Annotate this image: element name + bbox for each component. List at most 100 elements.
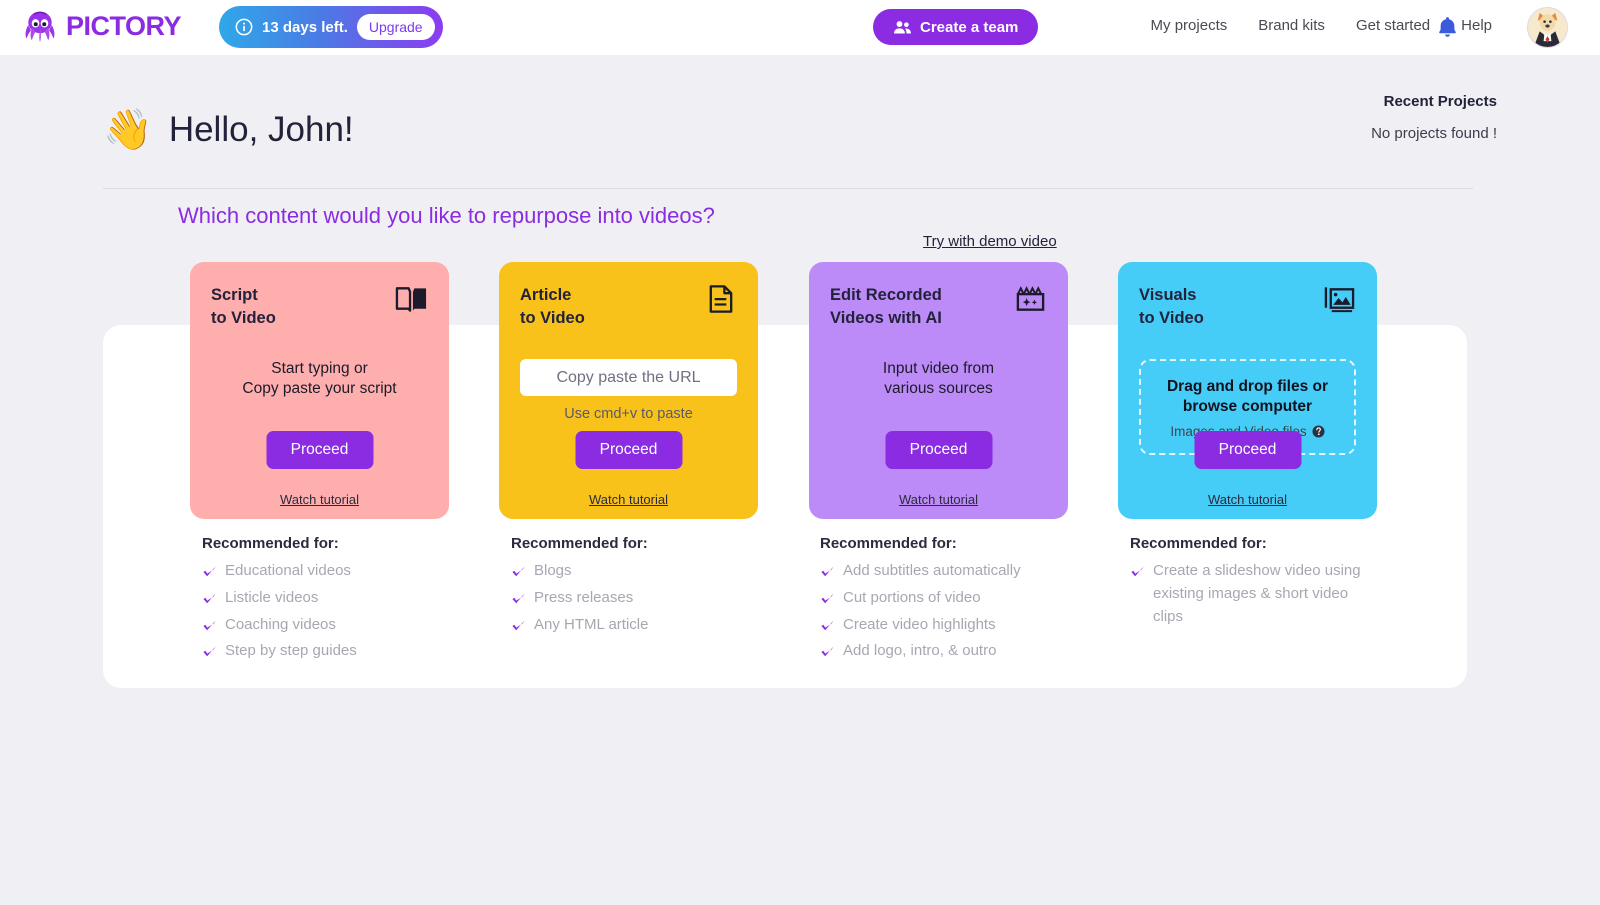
check-icon <box>203 619 216 630</box>
check-icon <box>512 566 525 577</box>
top-navigation-bar: PICTORY 13 days left. Upgrade Create a t… <box>0 0 1600 55</box>
recommended-list-edit-videos: Recommended for: Add subtitles automatic… <box>820 535 1082 667</box>
list-item: Coaching videos <box>202 614 464 637</box>
list-item-label: Create video highlights <box>843 615 996 633</box>
list-item-label: Create a slideshow video using existing … <box>1153 562 1361 625</box>
logo-text: PICTORY <box>66 10 182 41</box>
list-item-label: Step by step guides <box>225 642 357 660</box>
card-title-line2: to Video <box>520 308 585 327</box>
nav-link-brand-kits[interactable]: Brand kits <box>1258 17 1325 34</box>
clapperboard-ai-icon <box>1014 284 1047 314</box>
card-title-line1: Script <box>211 286 258 304</box>
list-item-label: Any HTML article <box>534 615 649 633</box>
nav-link-get-started[interactable]: Get started <box>1356 17 1430 34</box>
card-header: Script to Video <box>211 284 428 330</box>
recommended-list-visuals: Recommended for: Create a slideshow vide… <box>1130 535 1382 632</box>
recommended-title: Recommended for: <box>511 535 648 552</box>
image-folder-icon <box>1323 284 1356 314</box>
list-item-label: Listicle videos <box>225 588 319 606</box>
check-icon <box>1131 566 1144 577</box>
check-icon <box>203 593 216 603</box>
card-body-line1: Start typing or <box>271 360 368 377</box>
recommended-list-article: Recommended for: Blogs Press releases An… <box>511 535 773 640</box>
recent-projects-empty-text: No projects found ! <box>1371 125 1497 142</box>
card-title-line2: to Video <box>211 308 276 327</box>
nav-link-help[interactable]: Help <box>1461 17 1492 34</box>
card-title-line1: Edit Recorded <box>830 286 942 304</box>
check-icon <box>821 646 834 657</box>
list-item: Educational videos <box>202 560 464 583</box>
list-item-label: Press releases <box>534 588 634 606</box>
proceed-button[interactable]: Proceed <box>1194 431 1301 469</box>
proceed-button[interactable]: Proceed <box>575 431 682 469</box>
watch-tutorial-link[interactable]: Watch tutorial <box>589 492 668 507</box>
card-edit-recorded-videos[interactable]: Edit Recorded Videos with AI Input video… <box>809 262 1068 519</box>
dropzone-line1: Drag and drop files or <box>1166 378 1329 395</box>
card-title-line1: Visuals <box>1139 286 1197 304</box>
recent-projects-title: Recent Projects <box>1383 93 1497 110</box>
check-icon <box>203 566 216 577</box>
list-item-label: Coaching videos <box>225 615 336 633</box>
paste-hint: Use cmd+v to paste <box>564 406 693 422</box>
card-title-line2: Videos with AI <box>830 308 942 327</box>
watch-tutorial-link[interactable]: Watch tutorial <box>280 492 359 507</box>
section-question: Which content would you like to repurpos… <box>178 203 715 228</box>
card-body-line2: various sources <box>884 380 993 398</box>
create-a-team-button[interactable]: Create a team <box>873 9 1039 45</box>
header-divider <box>103 188 1473 189</box>
list-item-label: Add logo, intro, & outro <box>843 642 997 660</box>
list-item: Add subtitles automatically <box>820 560 1082 583</box>
greeting-block: 👋 Hello, John! <box>103 110 354 150</box>
list-item: Blogs <box>511 560 773 583</box>
waving-hand-icon: 👋 <box>103 108 153 152</box>
card-article-to-video[interactable]: Article to Video Use cmd+v to paste Proc… <box>499 262 758 519</box>
dropzone-line2: browse computer <box>1182 397 1313 415</box>
proceed-button[interactable]: Proceed <box>266 431 373 469</box>
question-mark-icon[interactable] <box>1312 425 1325 438</box>
notification-bell-icon[interactable] <box>1437 15 1458 38</box>
page-title: Hello, John! <box>168 110 354 149</box>
check-icon <box>821 593 834 603</box>
list-item: Any HTML article <box>511 614 773 637</box>
card-body-line2: Copy paste your script <box>242 380 397 398</box>
article-url-input[interactable] <box>520 359 737 396</box>
list-item-label: Blogs <box>534 562 572 579</box>
trial-days-left-text: 13 days left. <box>262 18 348 36</box>
card-header: Article to Video <box>520 284 737 330</box>
card-body: Start typing or Copy paste your script <box>211 359 428 400</box>
card-title: Visuals to Video <box>1139 284 1204 330</box>
try-demo-video-link[interactable]: Try with demo video <box>923 233 1057 250</box>
watch-tutorial-link[interactable]: Watch tutorial <box>899 492 978 507</box>
card-visuals-to-video[interactable]: Visuals to Video Drag and drop files or … <box>1118 262 1377 519</box>
info-icon <box>235 18 253 36</box>
list-item: Listicle videos <box>202 587 464 610</box>
list-item: Create a slideshow video using existing … <box>1130 560 1382 628</box>
nav-link-my-projects[interactable]: My projects <box>1151 17 1228 34</box>
list-item: Add logo, intro, & outro <box>820 640 1082 663</box>
check-icon <box>821 566 834 577</box>
recommended-list-script: Recommended for: Educational videos List… <box>202 535 464 667</box>
create-team-label: Create a team <box>920 18 1019 36</box>
avatar[interactable] <box>1527 7 1568 48</box>
octopus-icon <box>22 8 58 44</box>
check-icon <box>512 619 525 630</box>
proceed-button[interactable]: Proceed <box>885 431 992 469</box>
list-item-label: Add subtitles automatically <box>843 562 1021 579</box>
card-title: Edit Recorded Videos with AI <box>830 284 942 330</box>
list-item-label: Cut portions of video <box>843 588 981 606</box>
list-item-label: Educational videos <box>225 562 351 579</box>
recommended-title: Recommended for: <box>1130 535 1267 552</box>
pictory-logo[interactable]: PICTORY <box>22 8 182 44</box>
card-body: Use cmd+v to paste <box>520 359 737 422</box>
card-header: Visuals to Video <box>1139 284 1356 330</box>
watch-tutorial-link[interactable]: Watch tutorial <box>1208 492 1287 507</box>
upgrade-button[interactable]: Upgrade <box>356 14 435 40</box>
card-title-line1: Article <box>520 286 572 304</box>
card-body: Input video from various sources <box>830 359 1047 400</box>
recommended-title: Recommended for: <box>202 535 339 552</box>
card-body-line1: Input video from <box>882 360 995 377</box>
card-script-to-video[interactable]: Script to Video Start typing or Copy pas… <box>190 262 449 519</box>
open-book-icon <box>395 284 428 314</box>
card-title-line2: to Video <box>1139 308 1204 327</box>
trial-status-banner: 13 days left. Upgrade <box>219 6 443 48</box>
